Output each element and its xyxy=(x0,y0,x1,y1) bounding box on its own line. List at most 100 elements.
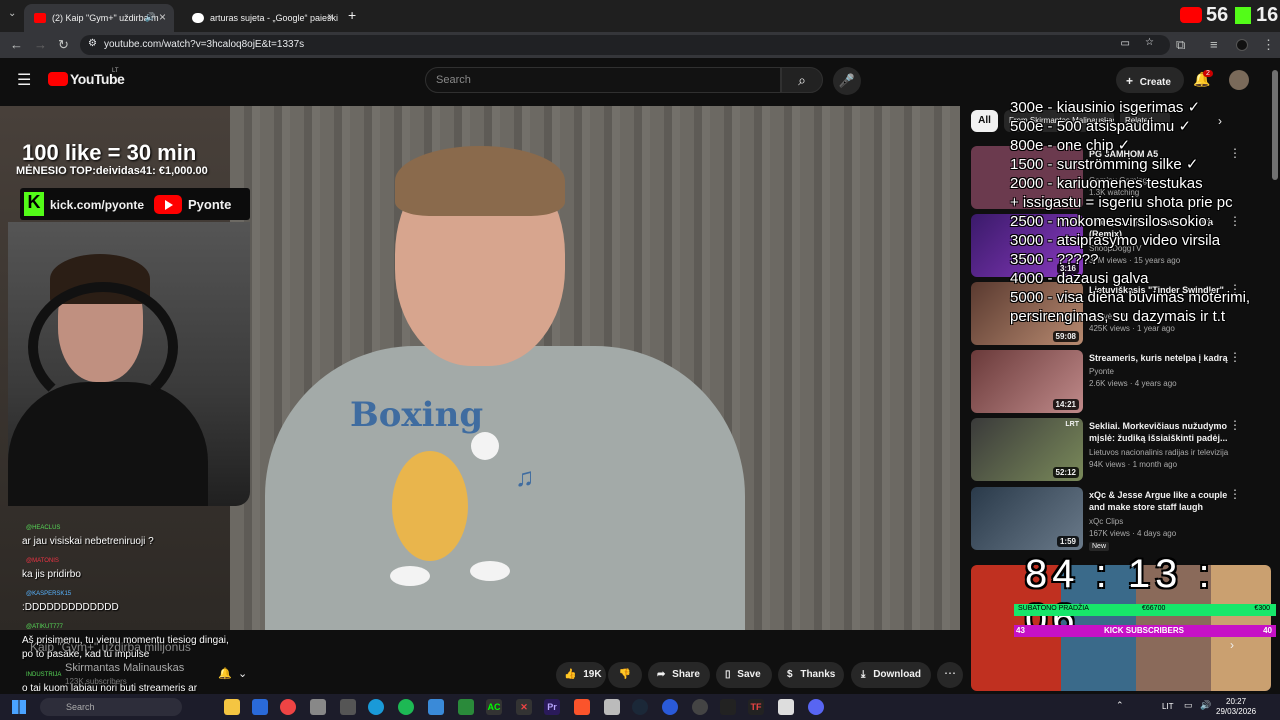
chrome-icon[interactable] xyxy=(280,699,296,715)
download-button[interactable]: ⤓ Download xyxy=(851,662,931,688)
headset xyxy=(28,282,178,412)
ghost-video-title: Kaip "Gym+" uždirba milijonus xyxy=(30,640,191,654)
tab-title: (2) Kaip "Gym+" uždirba m xyxy=(52,13,159,23)
forward-icon[interactable]: → xyxy=(34,37,47,52)
browser-menu-icon[interactable]: ⋮ xyxy=(1262,37,1275,53)
like-button[interactable]: 👍 19K xyxy=(556,662,606,688)
notification-bell-icon[interactable]: 🔔 xyxy=(218,667,232,680)
more-options-icon[interactable]: ⋮ xyxy=(1229,350,1241,364)
app-icon[interactable]: ✕ xyxy=(516,699,532,715)
new-tab-button[interactable]: + xyxy=(348,7,356,23)
site-info-icon[interactable]: ⚙ xyxy=(88,38,97,49)
create-button[interactable]: + Create xyxy=(1116,67,1184,93)
volume-icon[interactable]: 🔊 xyxy=(1200,700,1211,711)
video-duration: 1:59 xyxy=(1056,536,1079,547)
share-label: Share xyxy=(672,669,700,680)
goal-line: 2000 - kariuomenes testukas xyxy=(1010,175,1203,192)
photos-icon[interactable] xyxy=(428,699,444,715)
taskbar-search-input[interactable]: Search xyxy=(40,698,182,716)
chevron-down-icon[interactable]: ⌄ xyxy=(238,667,247,680)
address-bar-row: ← → ↻ ⚙ youtube.com/watch?v=3hcaloq8ojE&… xyxy=(0,32,1280,58)
search-input[interactable]: Search xyxy=(425,67,781,93)
more-options-icon[interactable]: ⋮ xyxy=(1229,418,1241,432)
hamburger-menu-icon[interactable]: ☰ xyxy=(17,70,31,90)
edge-icon[interactable] xyxy=(368,699,384,715)
windows-start-icon[interactable] xyxy=(12,700,26,714)
app-icon[interactable] xyxy=(310,699,326,715)
subathon-goal: €300 xyxy=(1254,605,1270,612)
share-button[interactable]: ➦ Share xyxy=(648,662,710,688)
keyboard-language[interactable]: LIT xyxy=(1162,702,1174,711)
subathon-label: SUBATONO PRADŽIA xyxy=(1018,605,1089,612)
save-button[interactable]: ▯ Save xyxy=(716,662,772,688)
app-icon[interactable] xyxy=(340,699,356,715)
subathon-progress-bar: SUBATONO PRADŽIA €66700 €300 xyxy=(1014,604,1276,616)
video-card[interactable]: 14:21 Streameris, kuris netelpa į kadrą … xyxy=(971,350,1271,414)
app-icon[interactable]: AC xyxy=(486,699,502,715)
back-icon[interactable]: ← xyxy=(10,37,23,52)
video-meta: 167K views · 4 days ago xyxy=(1089,529,1177,538)
store-icon[interactable] xyxy=(252,699,268,715)
goal-line: 3500 - ????? xyxy=(1010,251,1099,268)
more-actions-icon[interactable]: ⋯ xyxy=(937,662,963,688)
app-icon[interactable]: TF xyxy=(748,699,764,715)
chip-all[interactable]: All xyxy=(971,110,998,132)
video-thumbnail: LRT 52:12 xyxy=(971,418,1083,481)
youtube-channel-name: Pyonte xyxy=(188,197,232,212)
app-icon[interactable] xyxy=(604,699,620,715)
tab-list-icon[interactable]: ⌄ xyxy=(8,8,16,19)
extensions-icon[interactable]: ⧉ xyxy=(1176,37,1185,53)
tray-chevron-icon[interactable]: ⌃ xyxy=(1116,700,1124,711)
clock-time: 20:27 xyxy=(1226,697,1247,706)
app-icon[interactable] xyxy=(458,699,474,715)
video-duration: 14:21 xyxy=(1052,399,1079,410)
lrt-badge: LRT xyxy=(1065,421,1079,428)
close-tab-icon[interactable]: × xyxy=(159,10,166,24)
browser-tab-bar: ⌄ (2) Kaip "Gym+" uždirba m 🔊 × arturas … xyxy=(0,0,1280,32)
video-card[interactable]: LRT 52:12 Sekliai. Morkevičiaus nužudymo… xyxy=(971,418,1271,482)
brave-icon[interactable] xyxy=(574,699,590,715)
premiere-icon[interactable]: Pr xyxy=(544,699,560,715)
spotify-icon[interactable] xyxy=(398,699,414,715)
terminal-icon[interactable] xyxy=(720,699,736,715)
tab-google[interactable]: arturas sujeta - „Google“ paieški × xyxy=(182,4,342,32)
url-field[interactable]: ⚙ youtube.com/watch?v=3hcaloq8ojE&t=1337… xyxy=(80,35,1170,55)
app-icon[interactable] xyxy=(692,699,708,715)
kick-subs-count: 43 xyxy=(1016,626,1025,635)
video-card[interactable]: 1:59 xQc & Jesse Argue like a couple and… xyxy=(971,487,1271,551)
bookmark-star-icon[interactable]: ☆ xyxy=(1145,37,1154,48)
chat-username: @ATIKUT777 xyxy=(26,624,63,630)
search-icon[interactable]: ⌕ xyxy=(781,67,823,93)
tab-youtube[interactable]: (2) Kaip "Gym+" uždirba m 🔊 × xyxy=(24,4,174,32)
close-tab-icon[interactable]: × xyxy=(327,10,334,24)
install-app-icon[interactable]: ▭ xyxy=(1121,38,1130,49)
chat-message: :DDDDDDDDDDDDD xyxy=(22,602,119,613)
chat-username: @MATONIS xyxy=(26,558,59,564)
microphone-icon[interactable]: 🎤 xyxy=(833,67,861,95)
more-options-icon[interactable]: ⋮ xyxy=(1229,487,1241,501)
discord-icon[interactable] xyxy=(808,699,824,715)
goal-line: 300e - kiausinio isgerimas ✓ xyxy=(1010,99,1201,116)
media-icon[interactable]: ≡ xyxy=(1210,37,1218,52)
page-scrollbar[interactable] xyxy=(1272,70,1278,180)
steam-icon[interactable] xyxy=(632,699,648,715)
goal-line: 1500 - surströmming silke ✓ xyxy=(1010,156,1199,173)
thanks-button[interactable]: $ Thanks xyxy=(778,662,844,688)
dislike-button[interactable]: 👎 xyxy=(608,662,642,688)
reload-icon[interactable]: ↻ xyxy=(58,37,69,53)
channel-name: xQc Clips xyxy=(1089,517,1124,526)
youtube-favicon-icon xyxy=(34,13,46,23)
app-icon[interactable] xyxy=(778,699,794,715)
goal-line: 4000 - dazausi galva xyxy=(1010,270,1149,287)
chat-message: ka jis pridirbo xyxy=(22,569,81,580)
account-avatar[interactable] xyxy=(1229,70,1249,90)
chat-username: @KASPERSK15 xyxy=(26,591,72,597)
share-icon: ➦ xyxy=(657,669,666,680)
chat-username: INDUSTRIJA xyxy=(26,672,62,678)
network-icon[interactable]: ▭ xyxy=(1184,700,1193,711)
file-explorer-icon[interactable] xyxy=(224,699,240,715)
clock-date: 29/03/2026 xyxy=(1216,707,1257,716)
profile-avatar[interactable] xyxy=(1236,39,1248,51)
app-icon[interactable] xyxy=(662,699,678,715)
system-clock[interactable]: 20:27 29/03/2026 xyxy=(1216,697,1256,717)
